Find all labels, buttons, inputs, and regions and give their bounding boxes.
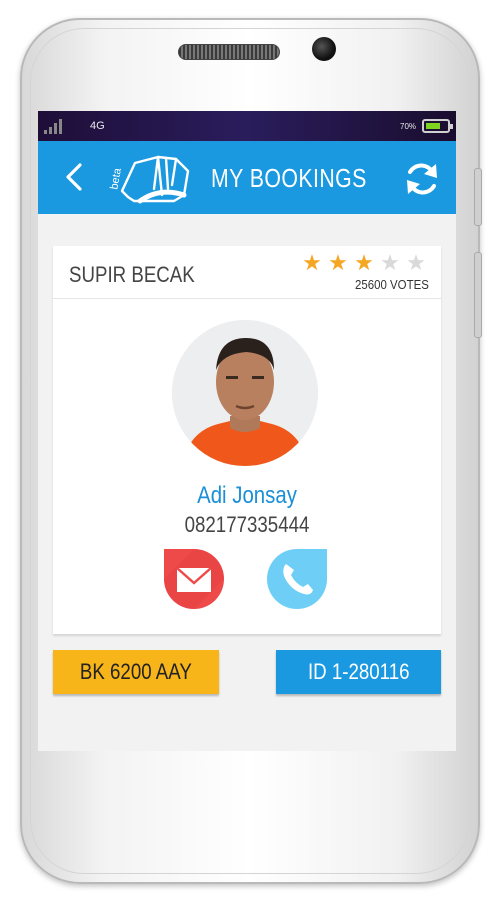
driver-photo xyxy=(172,320,318,466)
phone-side-button-top xyxy=(474,168,482,226)
back-icon[interactable] xyxy=(60,159,90,195)
page-title: MY BOOKINGS xyxy=(211,163,367,193)
order-id-badge: ID 1-280116 xyxy=(276,650,441,694)
driver-card: SUPIR BECAK ★ ★ ★ ★ ★ 25600 VOTES Adi Jonsay… xyxy=(53,246,441,634)
star-icon: ★ xyxy=(406,250,426,275)
app-header: beta MY BOOKINGS xyxy=(38,141,456,214)
status-bar: 4G 70% xyxy=(38,111,456,141)
phone-speaker xyxy=(178,44,280,60)
star-icon: ★ xyxy=(302,250,322,275)
license-plate: BK 6200 AAY xyxy=(80,659,192,684)
driver-name: Adi Jonsay xyxy=(197,482,297,509)
star-icon: ★ xyxy=(354,250,374,275)
license-plate-badge: BK 6200 AAY xyxy=(53,650,219,694)
votes-count: 25600 VOTES xyxy=(355,277,429,292)
driver-phone-number: 082177335444 xyxy=(184,512,310,537)
signal-icon xyxy=(44,119,64,134)
rating-stars: ★ ★ ★ ★ ★ xyxy=(299,252,429,275)
star-icon: ★ xyxy=(380,250,400,275)
driver-type-label: SUPIR BECAK xyxy=(69,262,195,287)
driver-avatar xyxy=(172,320,318,466)
logo-tag: beta xyxy=(108,166,124,190)
driver-card-header: SUPIR BECAK ★ ★ ★ ★ ★ 25600 VOTES xyxy=(53,246,441,299)
order-id: ID 1-280116 xyxy=(307,659,410,684)
refresh-icon[interactable] xyxy=(402,159,442,199)
becak-logo-icon: beta xyxy=(108,155,190,204)
app-screen: 4G 70% beta MY BOOKINGS SUPIR BECAK ★ ★ ★ ★… xyxy=(38,111,456,751)
network-type: 4G xyxy=(90,120,105,132)
battery-icon xyxy=(422,119,453,133)
phone-camera xyxy=(312,37,336,61)
star-icon: ★ xyxy=(328,250,348,275)
call-button[interactable] xyxy=(264,546,330,612)
message-button[interactable] xyxy=(161,546,227,612)
mail-icon xyxy=(176,567,212,592)
battery-percentage: 70% xyxy=(400,122,417,131)
phone-side-button-bottom xyxy=(474,252,482,338)
